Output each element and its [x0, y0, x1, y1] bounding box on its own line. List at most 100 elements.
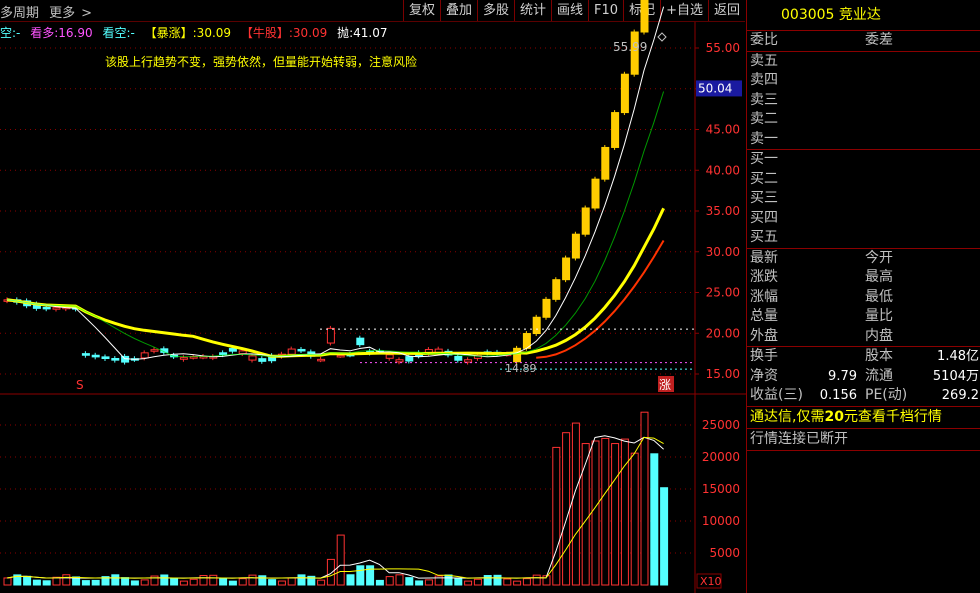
weibi-row: 委比 委差 [747, 31, 980, 52]
volume-bar [179, 580, 188, 586]
volume-bar [522, 578, 531, 586]
stat-row: 最新 今开 [747, 249, 980, 269]
high-price-label: 55.99 [613, 40, 647, 54]
level2-promo[interactable]: 通达信,仅需20元查看千档行情 [747, 405, 980, 428]
candle-body [464, 359, 473, 363]
row-label: 卖一 [750, 130, 778, 147]
volume-bar [385, 576, 394, 586]
volume-bar [23, 575, 32, 586]
candle-body [571, 233, 580, 259]
volume-tick-label: 10000 [702, 514, 740, 528]
volume-bar [81, 580, 90, 586]
volume-bar [513, 580, 522, 586]
volume-bar [160, 574, 169, 586]
price-tick-label: 15.00 [706, 367, 740, 381]
candle-body [395, 359, 404, 363]
candle-body [258, 358, 267, 362]
volume-bar [591, 440, 600, 586]
volume-bar [473, 578, 482, 586]
row-label: 量比 [865, 308, 893, 324]
sell-level-row: 卖一 [747, 130, 980, 150]
candle-body [591, 178, 600, 209]
volume-bar [277, 580, 286, 586]
price-tick-label: 55.00 [706, 41, 740, 55]
diamond-icon [657, 32, 667, 42]
volume-bar [121, 577, 130, 586]
sell-level-row: 卖四 [747, 71, 980, 91]
row-label: 买一 [750, 151, 778, 167]
ma10-line [6, 91, 665, 358]
volume-bar [356, 565, 365, 586]
volume-bar [317, 579, 326, 586]
row-label: 卖三 [750, 91, 778, 108]
row-label: 最高 [865, 269, 893, 285]
candle-body [140, 352, 149, 359]
volume-bar [336, 534, 345, 586]
volume-bar [493, 574, 502, 586]
volume-bar [52, 576, 61, 586]
info-value: 0.156 [819, 388, 857, 403]
candle-body [219, 352, 228, 356]
sell-level-row: 卖三 [747, 91, 980, 111]
stat-row: 涨跌 最高 [747, 268, 980, 288]
volume-bar [170, 577, 179, 586]
buy-level-row: 买二 [747, 170, 980, 190]
volume-bar [91, 579, 100, 586]
price-tick-label: 25.00 [706, 286, 740, 300]
info-value: 5104万 [932, 368, 979, 384]
candle-body [562, 257, 571, 281]
candle-body [601, 146, 610, 180]
candle-body [640, 0, 649, 33]
volume-tick-label: 25000 [702, 418, 740, 432]
candle-body [248, 355, 257, 361]
volume-bar [258, 575, 267, 586]
candle-body [179, 357, 188, 360]
row-label: 净资 [750, 367, 778, 384]
volume-bar [268, 579, 277, 586]
volume-bar [532, 574, 541, 586]
volume-bar [581, 443, 590, 586]
row-label: 涨幅 [750, 288, 778, 305]
sell-level-row: 卖二 [747, 110, 980, 130]
row-label: 内盘 [865, 327, 893, 344]
candle-body [81, 353, 90, 356]
volume-tick-label: 5000 [709, 546, 740, 560]
volume-bar [444, 574, 453, 586]
volume-bar [150, 575, 159, 586]
row-label: 卖五 [750, 52, 778, 69]
candle-body [620, 73, 629, 114]
candle-body [111, 358, 120, 361]
volume-bar [424, 579, 433, 586]
row-label: 买二 [750, 170, 778, 187]
ma-yellow-line [6, 207, 665, 358]
price-tick-label: 40.00 [706, 163, 740, 177]
sell-signal-marker: S [76, 378, 84, 392]
buy-level-row: 买四 [747, 209, 980, 229]
info-row: 换手 股本 1.48亿 [747, 347, 980, 367]
volume-bar [395, 574, 404, 586]
row-label: PE(动) [865, 387, 908, 403]
row-label: 最新 [750, 249, 778, 266]
price-tick-label: 35.00 [706, 204, 740, 218]
row-label: 涨跌 [750, 269, 778, 285]
volume-bar [630, 452, 639, 586]
connection-status: 行情连接已断开 [747, 427, 980, 451]
low-price-label: 14.89 [505, 362, 537, 375]
row-label: 卖二 [750, 111, 778, 127]
volume-bar [601, 437, 610, 586]
candle-body [228, 348, 237, 352]
kline-chart[interactable]: 55.0050.0045.0040.0035.0030.0025.0020.00… [0, 0, 746, 593]
info-value: 269.2 [941, 388, 979, 403]
candle-body [542, 298, 551, 318]
candle-body [385, 354, 394, 359]
volume-bar [571, 422, 580, 586]
volume-bar [209, 574, 218, 586]
candle-body [42, 306, 51, 310]
stock-title: 003005 竞业达 [747, 0, 980, 31]
info-value: 1.48亿 [937, 349, 979, 364]
volume-bar [287, 577, 296, 586]
stock-name: 竞业达 [838, 7, 881, 23]
candle-body [513, 347, 522, 363]
volume-bar [219, 578, 228, 586]
volume-bar [405, 577, 414, 586]
